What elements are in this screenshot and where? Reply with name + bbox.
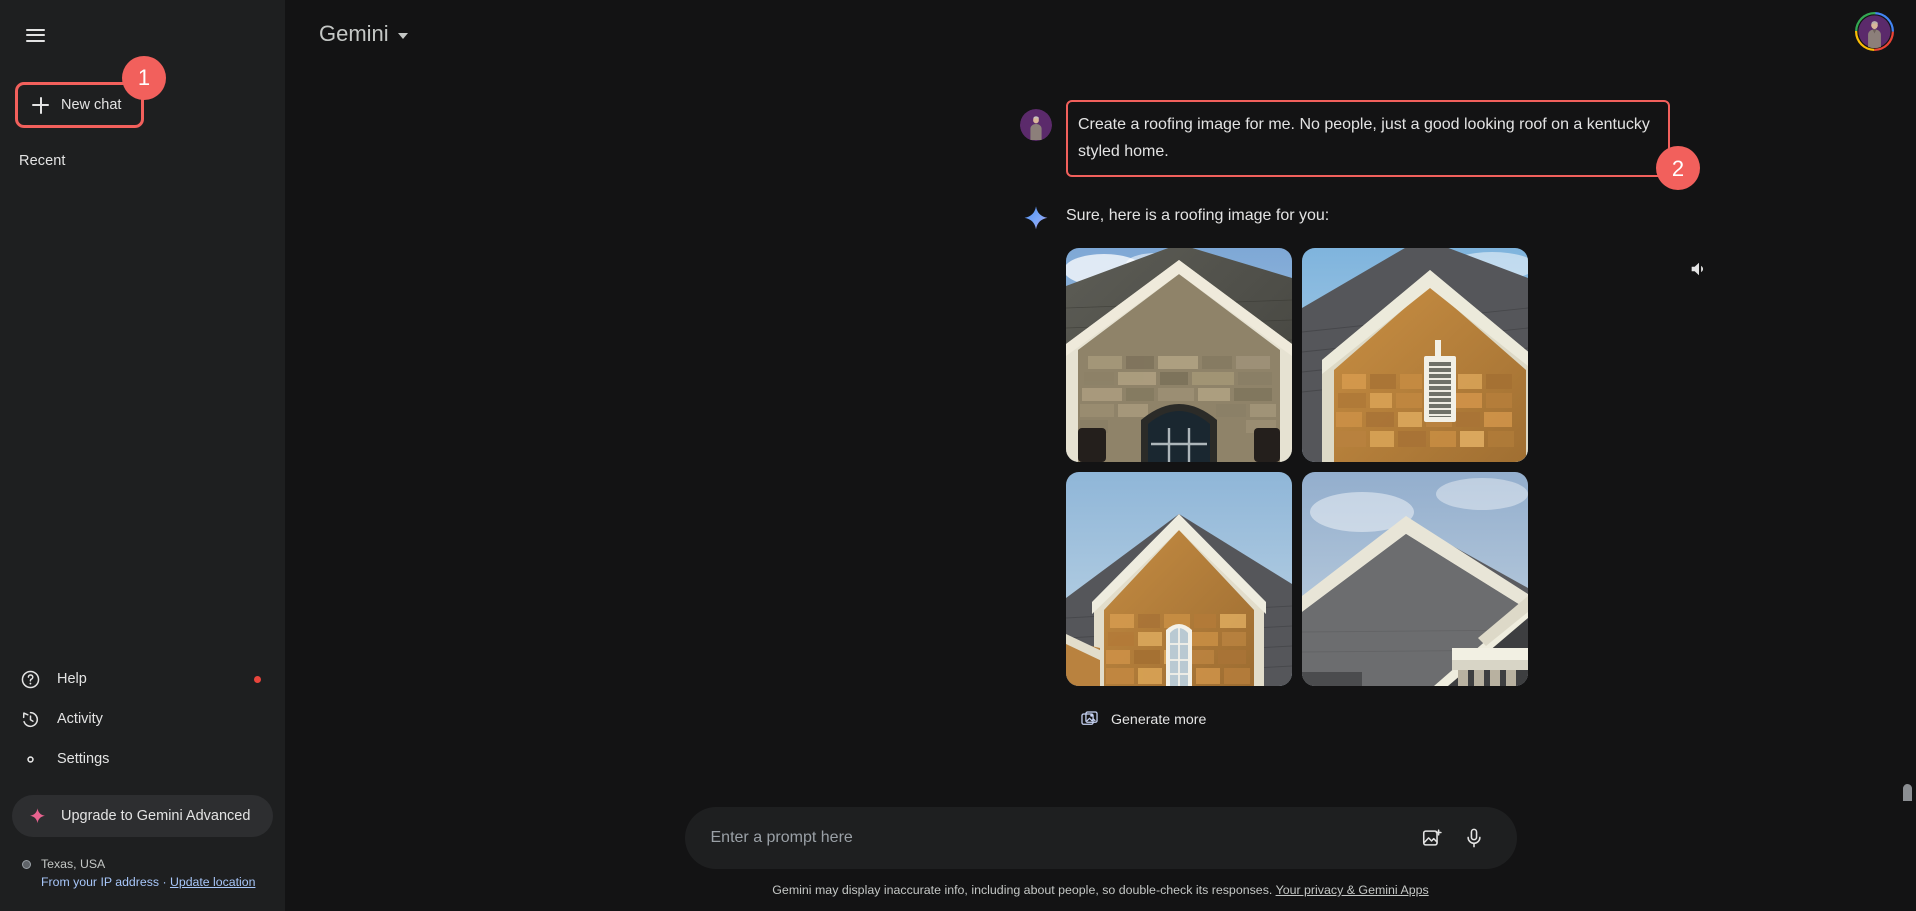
prompt-composer[interactable]	[684, 807, 1517, 869]
upgrade-label: Upgrade to Gemini Advanced	[61, 808, 251, 824]
user-avatar	[1020, 109, 1052, 141]
user-avatar-icon	[1855, 12, 1894, 51]
generated-image-1[interactable]	[1066, 248, 1292, 462]
plus-icon	[32, 96, 49, 114]
generated-image-3[interactable]	[1066, 472, 1292, 686]
conversation-area: Create a roofing image for me. No people…	[285, 68, 1916, 801]
microphone-button[interactable]	[1453, 817, 1495, 859]
location-place: Texas, USA	[41, 857, 106, 871]
privacy-link[interactable]: Your privacy & Gemini Apps	[1276, 883, 1429, 897]
stone-gable-roof-photo	[1066, 248, 1292, 462]
recent-section-title: Recent	[19, 153, 66, 169]
user-turn: Create a roofing image for me. No people…	[1020, 100, 1916, 190]
composer-area: Gemini may display inaccurate info, incl…	[285, 801, 1916, 911]
add-image-icon	[1422, 829, 1442, 846]
generated-image-2[interactable]	[1302, 248, 1528, 462]
microphone-icon	[1466, 828, 1481, 848]
location-subtext: From your IP address · Update location	[41, 873, 285, 891]
help-circle-icon	[21, 670, 40, 688]
sidebar-item-settings-label: Settings	[57, 751, 110, 767]
chevron-down-icon	[397, 33, 408, 39]
copy-images-icon	[1081, 711, 1098, 725]
generate-more-label: Generate more	[1111, 711, 1207, 728]
cedar-gable-window-photo	[1066, 472, 1292, 686]
generated-image-4[interactable]	[1302, 472, 1528, 686]
hamburger-menu-button[interactable]	[11, 11, 59, 59]
location-footer: Texas, USA From your IP address · Update…	[22, 855, 285, 891]
top-bar: Gemini	[285, 0, 1916, 68]
brand-title: Gemini	[319, 21, 389, 46]
cedar-shake-vent-photo	[1302, 248, 1528, 462]
disclaimer-text: Gemini may display inaccurate info, incl…	[772, 883, 1428, 897]
gear-icon	[27, 755, 34, 763]
location-row: Texas, USA	[22, 855, 285, 873]
sidebar-bottom-items: Help Activity Settings	[0, 659, 285, 785]
sidebar: New chat 1 Recent Help Activity Settings…	[0, 0, 285, 911]
new-chat-container: New chat 1	[14, 56, 285, 128]
user-avatar-icon	[1020, 109, 1052, 141]
step-badge-2: 2	[1656, 146, 1700, 190]
generated-image-grid	[1066, 248, 1528, 686]
location-separator: ·	[162, 875, 167, 889]
new-chat-label: New chat	[61, 97, 122, 113]
location-source: From your IP address	[41, 875, 160, 889]
sparkle-icon	[30, 807, 45, 823]
new-chat-button[interactable]: New chat	[14, 82, 145, 128]
model-response-text: Sure, here is a roofing image for you:	[1066, 207, 1330, 224]
sidebar-item-activity[interactable]: Activity	[8, 699, 275, 739]
step-badge-1: 1	[122, 56, 166, 100]
sidebar-item-help[interactable]: Help	[8, 659, 275, 699]
hamburger-menu-icon	[25, 28, 45, 42]
model-response-body: Sure, here is a roofing image for you: G…	[1066, 195, 1528, 735]
model-turn: Sure, here is a roofing image for you: G…	[1020, 195, 1916, 735]
conversation-inner: Create a roofing image for me. No people…	[285, 100, 1916, 735]
location-dot-icon	[22, 859, 31, 869]
listen-speaker-button[interactable]	[1683, 253, 1715, 285]
disclaimer-message: Gemini may display inaccurate info, incl…	[772, 883, 1273, 897]
sidebar-item-help-label: Help	[57, 671, 87, 687]
conversation-scrollbar-track[interactable]	[1903, 136, 1912, 801]
upgrade-to-gemini-advanced-button[interactable]: Upgrade to Gemini Advanced	[12, 795, 273, 837]
generate-more-button[interactable]: Generate more	[1078, 704, 1216, 735]
user-message-text: Create a roofing image for me. No people…	[1078, 116, 1650, 160]
gemini-sparkle-icon	[1024, 206, 1048, 230]
user-message-bubble: Create a roofing image for me. No people…	[1066, 100, 1700, 190]
prompt-input[interactable]	[710, 829, 1411, 847]
speaker-volume-icon	[1691, 262, 1704, 276]
help-notification-dot	[254, 676, 261, 683]
sidebar-item-settings[interactable]: Settings	[8, 739, 275, 779]
gemini-model-selector[interactable]: Gemini	[309, 17, 418, 51]
conversation-scrollbar-thumb[interactable]	[1903, 784, 1912, 801]
main-content: Gemini Create a roofing image for me. No…	[285, 0, 1916, 911]
history-clock-icon	[22, 711, 39, 727]
sidebar-item-activity-label: Activity	[57, 711, 103, 727]
update-location-link[interactable]: Update location	[170, 875, 255, 889]
add-image-button[interactable]	[1411, 817, 1453, 859]
gray-shingle-peaks-photo	[1302, 472, 1528, 686]
account-avatar[interactable]	[1855, 12, 1894, 51]
